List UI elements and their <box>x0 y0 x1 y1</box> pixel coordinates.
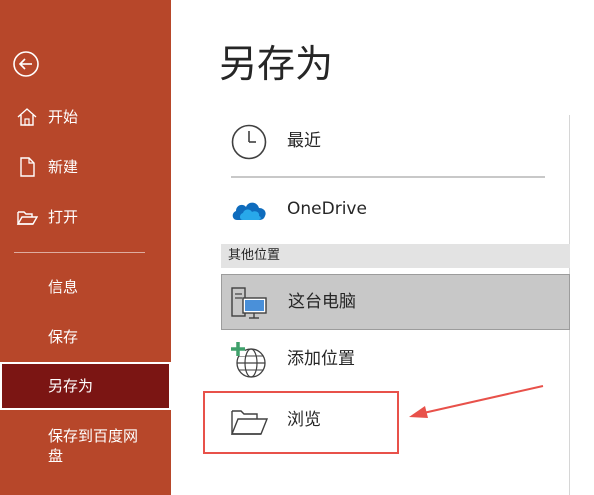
add-location-globe-icon <box>229 340 269 380</box>
onedrive-cloud-icon <box>229 190 269 230</box>
sidebar-item-label: 打开 <box>48 208 79 226</box>
sidebar-divider <box>14 252 145 253</box>
computer-icon <box>230 283 270 323</box>
annotation-arrow-icon <box>409 385 544 418</box>
sidebar-item-save[interactable]: 保存 <box>0 317 171 357</box>
clock-icon <box>229 122 269 162</box>
page-title: 另存为 <box>219 42 334 86</box>
sidebar-item-label: 保存 <box>48 328 79 346</box>
location-onedrive[interactable]: OneDrive <box>221 182 568 238</box>
location-label: OneDrive <box>287 199 367 219</box>
location-this-pc[interactable]: 这台电脑 <box>221 274 570 330</box>
sidebar-item-label: 新建 <box>48 158 79 176</box>
location-recent[interactable]: 最近 <box>221 114 568 170</box>
sidebar: 开始 新建 打开 信息 保存 另存为 保存到百度网盘 <box>0 0 171 495</box>
location-label: 这台电脑 <box>288 292 356 312</box>
sidebar-item-save-to-baidu[interactable]: 保存到百度网盘 <box>0 422 171 470</box>
sidebar-item-label: 开始 <box>48 108 79 126</box>
back-arrow-icon <box>13 51 39 77</box>
sidebar-item-home[interactable]: 开始 <box>0 97 171 137</box>
sidebar-item-open[interactable]: 打开 <box>0 197 171 237</box>
new-document-icon <box>16 156 38 178</box>
home-icon <box>16 106 38 128</box>
sidebar-item-label: 另存为 <box>48 377 94 395</box>
back-button[interactable] <box>12 50 40 78</box>
separator <box>231 176 545 178</box>
sidebar-item-new[interactable]: 新建 <box>0 147 171 187</box>
open-folder-icon <box>16 206 39 228</box>
sidebar-item-label: 保存到百度网盘 <box>48 427 139 465</box>
save-as-backstage: 开始 新建 打开 信息 保存 另存为 保存到百度网盘 另存为 最近 OneDri… <box>0 0 594 495</box>
sidebar-item-info[interactable]: 信息 <box>0 267 171 307</box>
annotation-highlight-box <box>203 391 399 454</box>
location-label: 最近 <box>287 131 321 151</box>
location-label: 添加位置 <box>287 349 355 369</box>
main-panel: 另存为 最近 OneDrive 其他位置 这台电脑 添加位置 浏览 <box>171 0 594 495</box>
sidebar-item-save-as[interactable]: 另存为 <box>0 362 171 410</box>
other-locations-header: 其他位置 <box>221 244 570 268</box>
sidebar-item-label: 信息 <box>48 278 79 296</box>
